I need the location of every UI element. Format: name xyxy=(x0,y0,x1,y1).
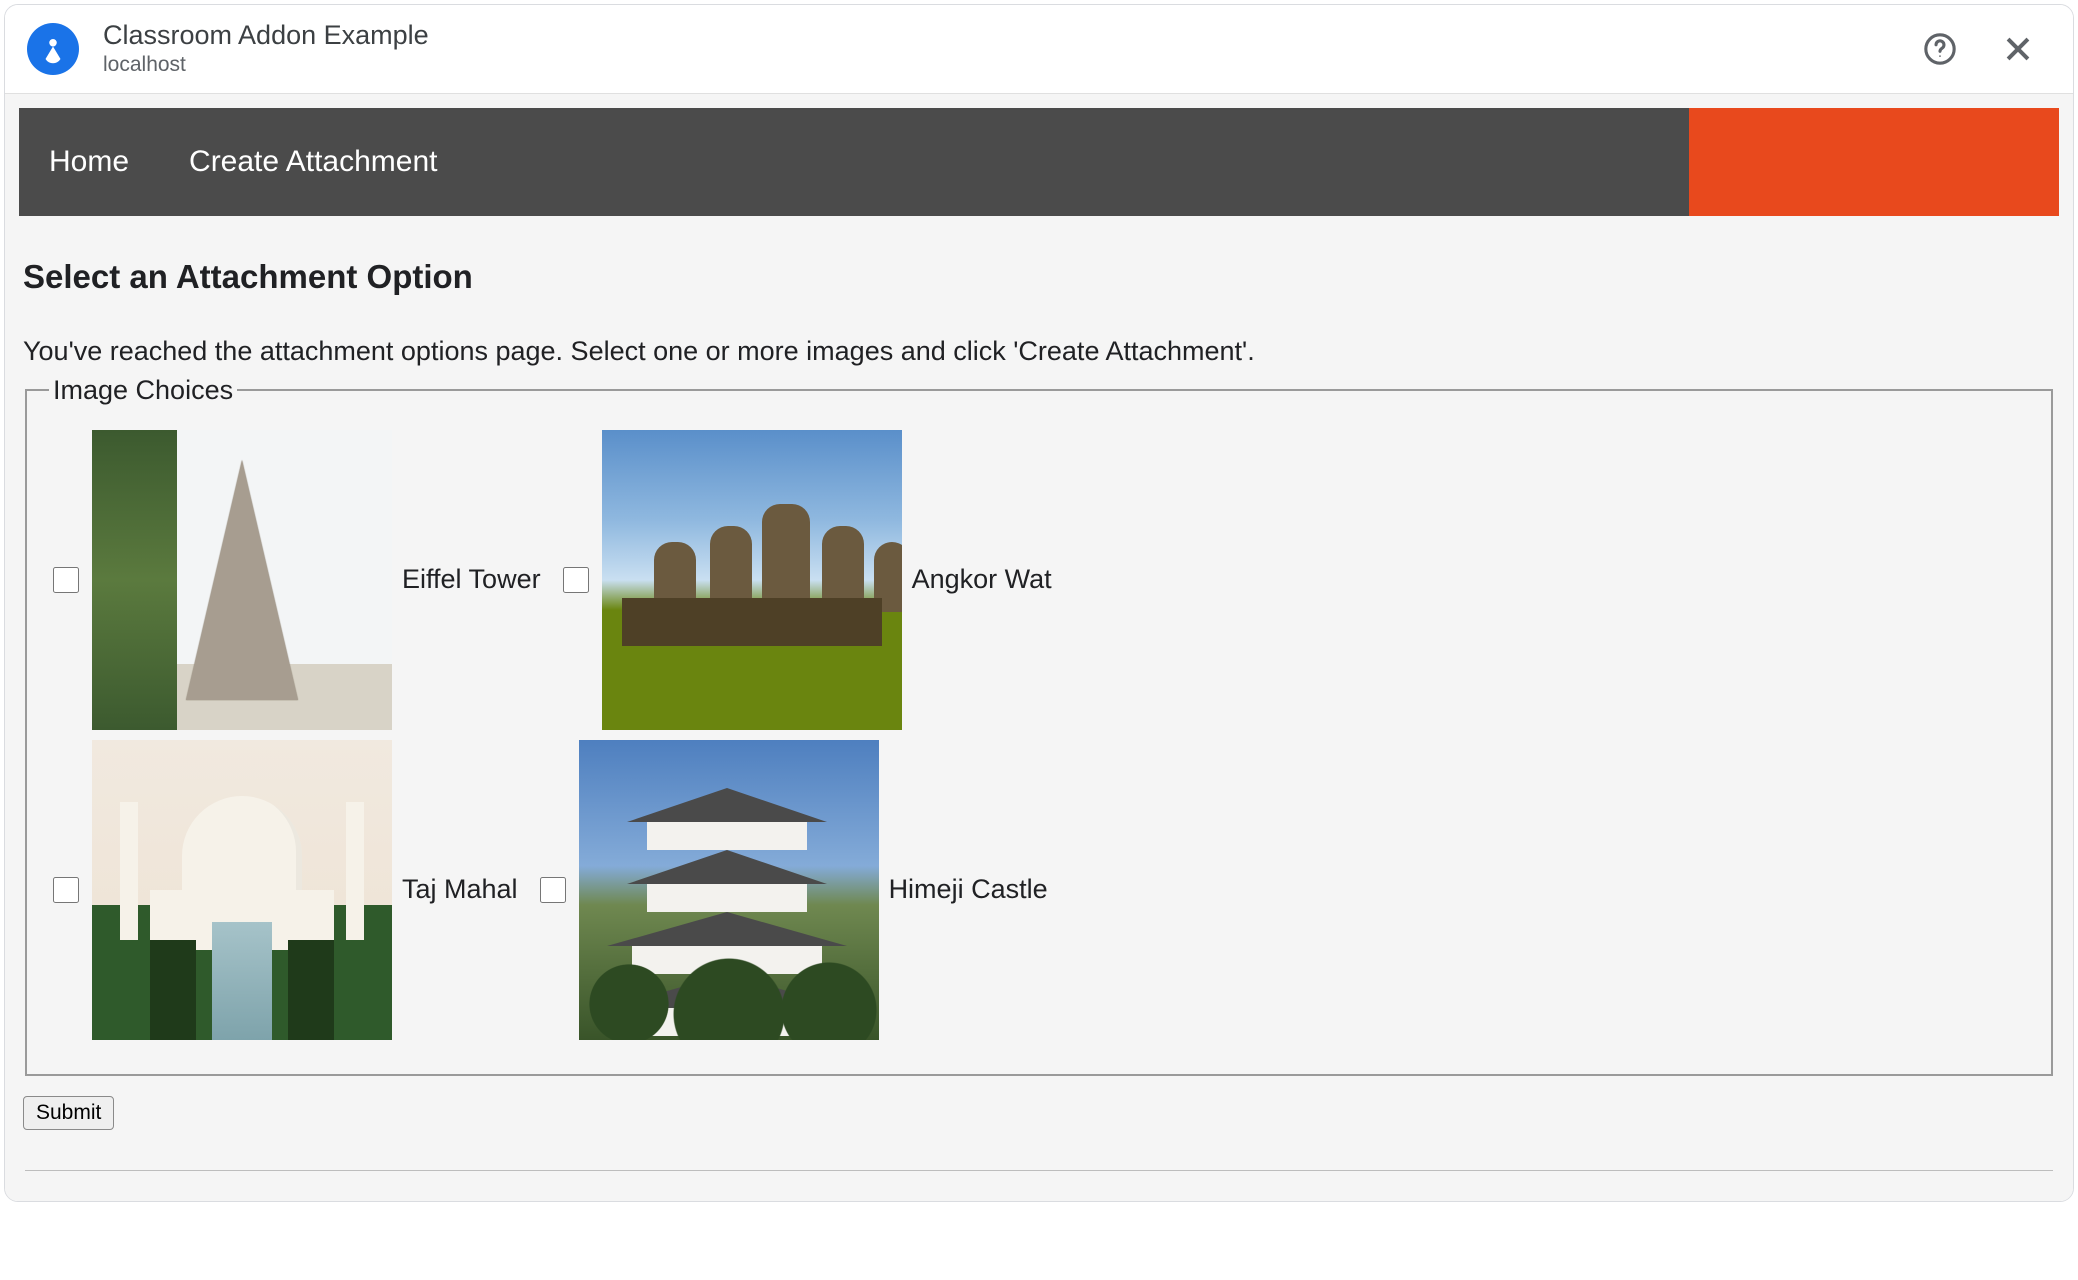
image-choices-fieldset: Image Choices Eiffel Tower Angkor Wat xyxy=(25,375,2053,1076)
choice-eiffel-tower: Eiffel Tower xyxy=(49,430,549,730)
dialog-header: Classroom Addon Example localhost xyxy=(5,5,2073,94)
header-subtitle: localhost xyxy=(103,51,429,78)
nav-item-create-attachment[interactable]: Create Attachment xyxy=(189,145,437,179)
page-content: Select an Attachment Option You've reach… xyxy=(19,216,2059,1171)
addon-dialog: Classroom Addon Example localhost Home C… xyxy=(4,4,2074,1202)
header-titles: Classroom Addon Example localhost xyxy=(103,19,429,79)
label-eiffel-tower: Eiffel Tower xyxy=(402,564,541,595)
help-icon xyxy=(1923,32,1957,66)
fieldset-legend: Image Choices xyxy=(49,375,237,406)
help-button[interactable] xyxy=(1913,22,1967,76)
divider xyxy=(25,1170,2053,1171)
label-taj-mahal: Taj Mahal xyxy=(402,874,518,905)
checkbox-angkor-wat[interactable] xyxy=(563,567,589,593)
page-instruction: You've reached the attachment options pa… xyxy=(23,336,2055,367)
choice-angkor-wat: Angkor Wat xyxy=(559,430,1060,730)
checkbox-taj-mahal[interactable] xyxy=(53,877,79,903)
thumbnail-taj-mahal xyxy=(92,740,392,1040)
close-button[interactable] xyxy=(1991,22,2045,76)
page-heading: Select an Attachment Option xyxy=(23,258,2055,296)
submit-button[interactable]: Submit xyxy=(23,1096,114,1130)
header-title: Classroom Addon Example xyxy=(103,19,429,51)
app-icon xyxy=(27,23,79,75)
label-angkor-wat: Angkor Wat xyxy=(912,564,1052,595)
dialog-body: Home Create Attachment Select an Attachm… xyxy=(5,94,2073,1201)
choice-taj-mahal: Taj Mahal xyxy=(49,740,526,1040)
close-icon xyxy=(2001,32,2035,66)
choice-himeji-castle: Himeji Castle xyxy=(536,740,1056,1040)
choices-row-2: Taj Mahal Hime xyxy=(49,740,2029,1040)
thumbnail-eiffel-tower xyxy=(92,430,392,730)
nav-item-home[interactable]: Home xyxy=(49,145,129,179)
navbar: Home Create Attachment xyxy=(19,108,2059,216)
checkbox-eiffel-tower[interactable] xyxy=(53,567,79,593)
label-himeji-castle: Himeji Castle xyxy=(889,874,1048,905)
thumbnail-angkor-wat xyxy=(602,430,902,730)
choices-row-1: Eiffel Tower Angkor Wat xyxy=(49,430,2029,730)
thumbnail-himeji-castle xyxy=(579,740,879,1040)
checkbox-himeji-castle[interactable] xyxy=(540,877,566,903)
navbar-accent xyxy=(1689,108,2059,216)
